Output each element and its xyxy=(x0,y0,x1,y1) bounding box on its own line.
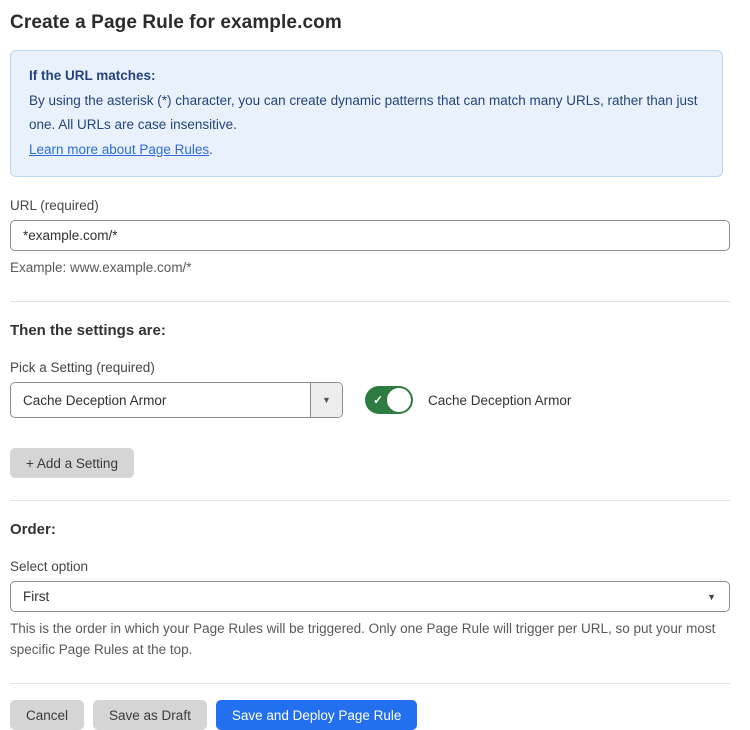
save-as-draft-button[interactable]: Save as Draft xyxy=(93,700,207,730)
divider xyxy=(10,500,730,501)
link-suffix: . xyxy=(209,142,213,157)
add-setting-button[interactable]: + Add a Setting xyxy=(10,448,134,478)
divider xyxy=(10,301,730,302)
order-select-label: Select option xyxy=(10,559,730,574)
info-box-link-line: Learn more about Page Rules. xyxy=(29,138,704,163)
url-example-helper: Example: www.example.com/* xyxy=(10,258,730,279)
setting-row: Cache Deception Armor ▼ ✓ Cache Deceptio… xyxy=(10,382,730,418)
url-input[interactable] xyxy=(10,220,730,251)
page-title: Create a Page Rule for example.com xyxy=(10,12,730,34)
setting-dropdown[interactable]: Cache Deception Armor ▼ xyxy=(10,382,343,418)
chevron-down-icon[interactable]: ▼ xyxy=(310,383,342,417)
url-field-label: URL (required) xyxy=(10,198,730,213)
order-helper-text: This is the order in which your Page Rul… xyxy=(10,619,730,661)
settings-section-heading: Then the settings are: xyxy=(10,322,730,339)
chevron-down-icon: ▼ xyxy=(707,592,716,602)
learn-more-link[interactable]: Learn more about Page Rules xyxy=(29,142,209,157)
cancel-button[interactable]: Cancel xyxy=(10,700,84,730)
footer-actions: Cancel Save as Draft Save and Deploy Pag… xyxy=(10,700,730,730)
url-match-info-box: If the URL matches: By using the asteris… xyxy=(10,50,723,177)
order-select-value: First xyxy=(23,589,49,604)
setting-toggle[interactable]: ✓ xyxy=(365,386,413,414)
info-box-heading: If the URL matches: xyxy=(29,64,704,89)
setting-dropdown-value: Cache Deception Armor xyxy=(11,383,310,417)
setting-toggle-label: Cache Deception Armor xyxy=(428,393,571,408)
divider xyxy=(10,683,730,684)
order-select[interactable]: First ▼ xyxy=(10,581,730,612)
order-section-heading: Order: xyxy=(10,521,730,538)
check-icon: ✓ xyxy=(373,393,383,407)
toggle-knob xyxy=(387,388,411,412)
save-and-deploy-button[interactable]: Save and Deploy Page Rule xyxy=(216,700,418,730)
setting-picker-label: Pick a Setting (required) xyxy=(10,360,730,375)
info-box-body: By using the asterisk (*) character, you… xyxy=(29,89,704,138)
